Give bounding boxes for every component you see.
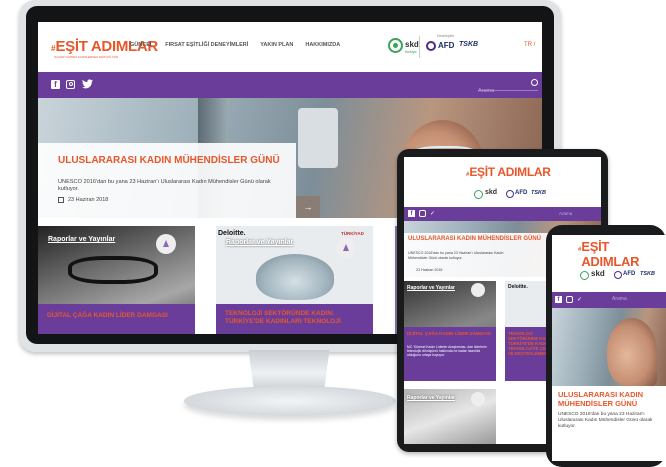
phone-afd-icon xyxy=(614,271,622,279)
hero-lab-device xyxy=(298,108,338,168)
tablet-facebook-icon[interactable]: f xyxy=(408,210,415,217)
skd-sub: türkiye xyxy=(405,49,417,54)
phone-hero-body: UNESCO 2016'dan bu yana 23 Haziran'ı Ulu… xyxy=(558,412,653,429)
tskb-text: TSKB xyxy=(459,41,479,48)
language-switch[interactable]: TR / xyxy=(524,42,535,48)
tablet-hero-title[interactable]: ULUSLARARASI KADIN MÜHENDİSLER GÜNÜ xyxy=(408,236,552,243)
card-glasses-image xyxy=(68,256,158,284)
phone-hero-text: ULUSLARARASI KADIN MÜHENDİSLER GÜNÜ UNES… xyxy=(552,386,666,461)
phone-instagram-icon[interactable] xyxy=(566,296,573,303)
tablet-logo-text: EŞİT ADIMLAR xyxy=(469,165,551,179)
phone-screen: # EŞİT ADIMLAR skd AFD TSKB f ✓ Arama UL… xyxy=(552,235,666,461)
phone-hero-title[interactable]: ULUSLARARASI KADIN MÜHENDİSLER GÜNÜ xyxy=(558,390,662,408)
tablet-card-1[interactable]: Raporlar ve Yayınlar DİJİTAL ÇAĞA KADIN … xyxy=(404,281,496,381)
logo-tagline: İŞ DÜNYASINDA KADIN-ERKEK EŞİTLİĞİ İÇİN xyxy=(54,55,119,59)
instagram-icon[interactable] xyxy=(66,80,75,89)
tablet-social-bar: f ✓ Arama xyxy=(404,207,601,221)
female-icon[interactable] xyxy=(156,234,176,254)
phone-social-bar: f ✓ Arama xyxy=(552,292,666,308)
tablet-card-1-band: DİJİTAL ÇAĞA KADIN LİDER DAMGASI MC 'Kür… xyxy=(404,327,496,381)
female-icon[interactable] xyxy=(471,283,485,297)
card-title-band: TEKNOLOJİ SEKTÖRÜNDE KADIN: TÜRKİYE'DE K… xyxy=(216,304,373,334)
skd-logo-icon xyxy=(388,38,403,53)
tablet-search-input[interactable]: Arama xyxy=(559,211,572,216)
female-icon[interactable] xyxy=(471,392,485,406)
nav-item-guncel[interactable]: GÜNCEL xyxy=(130,42,153,48)
tablet-afd-icon xyxy=(506,190,514,198)
card-category[interactable]: Raporlar ve Yayınlar xyxy=(226,239,293,246)
hero-date: 23 Haziran 2018 xyxy=(68,197,109,203)
phone-search-input[interactable]: Arama xyxy=(612,296,627,302)
phone-hero-woman xyxy=(607,318,657,386)
tablet-twitter-icon[interactable]: ✓ xyxy=(430,210,435,217)
phone-facebook-icon[interactable]: f xyxy=(555,296,562,303)
hero-title[interactable]: ULUSLARARASI KADIN MÜHENDİSLER GÜNÜ xyxy=(58,155,283,166)
nav-item-hakkimizda[interactable]: HAKKIMIZDA xyxy=(305,42,340,48)
site-header: # EŞİT ADIMLAR İŞ DÜNYASINDA KADIN-ERKEK… xyxy=(38,22,542,72)
card-dome-image xyxy=(256,254,334,300)
phone-twitter-icon[interactable]: ✓ xyxy=(577,296,582,303)
tablet-card-1-category[interactable]: Raporlar ve Yayınlar xyxy=(407,285,455,291)
tablet-card-3-category[interactable]: Raporlar ve Yayınlar xyxy=(407,395,455,401)
main-nav: GÜNCEL FIRSAT EŞİTLİĞİ DENEYİMLERİ YAKIN… xyxy=(130,42,340,48)
partner-divider xyxy=(419,36,420,58)
search-field[interactable]: Arama xyxy=(478,79,538,94)
female-icon[interactable] xyxy=(336,238,356,258)
search-icon[interactable] xyxy=(531,79,538,86)
phone-afd-text: AFD xyxy=(623,271,636,277)
social-search-bar: f Arama xyxy=(38,72,542,98)
facebook-icon[interactable]: f xyxy=(51,80,60,89)
tablet-logo: # EŞİT ADIMLAR xyxy=(466,165,551,179)
calendar-icon xyxy=(58,197,64,203)
phone-skd-icon xyxy=(580,271,589,280)
monitor-stand-base xyxy=(184,386,396,416)
tablet-tskb-text: TSKB xyxy=(531,190,546,196)
phone-skd-text: skd xyxy=(591,269,605,278)
phone-hero-image xyxy=(552,308,666,386)
destek-text: Destekçiler xyxy=(437,34,455,38)
tablet-skd-icon xyxy=(474,190,483,199)
phone-tskb-text: TSKB xyxy=(640,271,655,277)
skd-text: skd xyxy=(405,40,419,49)
hero-body: UNESCO 2016'dan bu yana 23 Haziran'ı Ulu… xyxy=(58,179,271,192)
tablet-card-1-body: MC 'Küresel Kadın Liderler Araştırması, … xyxy=(407,345,487,358)
arrow-right-icon[interactable]: → xyxy=(296,196,320,218)
tablet-instagram-icon[interactable] xyxy=(419,210,426,217)
card-title[interactable]: DİJİTAL ÇAĞA KADIN LİDER DAMGASI xyxy=(47,312,187,320)
card-category[interactable]: Raporlar ve Yayınlar xyxy=(48,236,115,243)
tablet-card-1-title[interactable]: DİJİTAL ÇAĞA KADIN LİDER DAMGASI xyxy=(407,331,493,336)
card-dijital-caga[interactable]: Raporlar ve Yayınlar DİJİTAL ÇAĞA KADIN … xyxy=(38,226,195,334)
tablet-card-3[interactable]: Raporlar ve Yayınlar xyxy=(404,389,496,444)
search-input[interactable]: Arama xyxy=(478,88,494,94)
phone-logo: # EŞİT ADIMLAR xyxy=(578,239,666,269)
card-title-band: DİJİTAL ÇAĞA KADIN LİDER DAMGASI xyxy=(38,304,195,334)
tablet-afd-text: AFD xyxy=(515,190,528,196)
twitter-icon[interactable] xyxy=(82,79,93,89)
tablet-hero-date: 23 Haziran 2018 xyxy=(416,268,443,272)
nav-item-firsat[interactable]: FIRSAT EŞİTLİĞİ DENEYİMLERİ xyxy=(165,42,248,48)
tablet-hero-body: UNESCO 2016'dan bu yana 23 Haziran'ı Ulu… xyxy=(408,251,504,260)
phone-logo-text: EŞİT ADIMLAR xyxy=(581,239,640,269)
card-title[interactable]: TEKNOLOJİ SEKTÖRÜNDE KADIN: TÜRKİYE'DE K… xyxy=(225,310,370,325)
card-brand-turkiyad: TÜRKİYAD xyxy=(341,231,364,236)
afd-text: AFD xyxy=(438,41,455,50)
card-brand-deloitte: Deloitte. xyxy=(218,230,246,237)
tablet-skd-text: skd xyxy=(485,189,498,196)
nav-item-yakin-plan[interactable]: YAKIN PLAN xyxy=(260,42,293,48)
card-teknoloji-sektoru[interactable]: Deloitte. TÜRKİYAD Raporlar ve Yayınlar … xyxy=(216,226,373,334)
tablet-card-2-brand: Deloitte. xyxy=(508,284,528,290)
tablet-hero-box: ULUSLARARASI KADIN MÜHENDİSLER GÜNÜ UNES… xyxy=(404,233,554,277)
afd-logo-icon xyxy=(426,41,436,51)
hero-caption-box: ULUSLARARASI KADIN MÜHENDİSLER GÜNÜ UNES… xyxy=(38,143,296,218)
